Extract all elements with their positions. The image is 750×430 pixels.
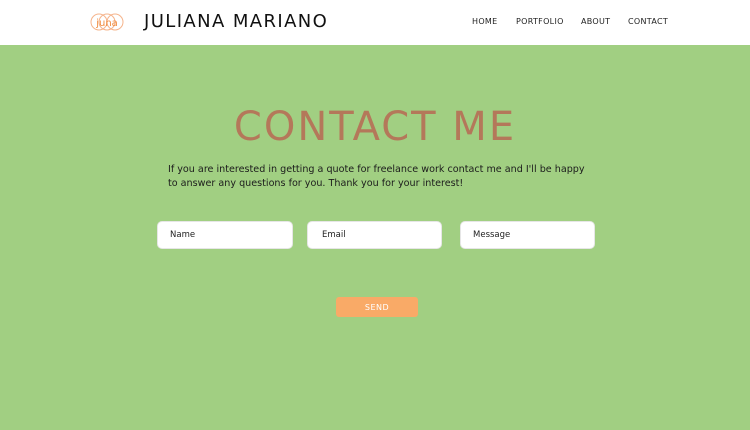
juna-logo-icon[interactable]: juna [90,11,124,33]
nav-item-home[interactable]: HOME [472,17,497,27]
nav-item-portfolio[interactable]: PORTFOLIO [516,17,564,27]
site-header: juna JULIANA MARIANO HOME PORTFOLIO ABOU… [0,0,750,45]
email-field-container [307,221,442,253]
nav-item-about[interactable]: ABOUT [581,17,610,27]
page-title: CONTACT ME [233,104,517,150]
nav-item-contact[interactable]: CONTACT [628,17,668,27]
name-field-container [157,221,293,253]
logo-text: juna [95,18,118,29]
intro-text: If you are interested in getting a quote… [168,164,585,189]
brand-name[interactable]: JULIANA MARIANO [144,11,328,33]
send-button[interactable]: SEND [336,297,418,317]
message-field[interactable] [461,227,594,253]
email-field[interactable] [308,227,441,253]
name-field[interactable] [158,227,292,253]
message-field-container [460,221,595,253]
